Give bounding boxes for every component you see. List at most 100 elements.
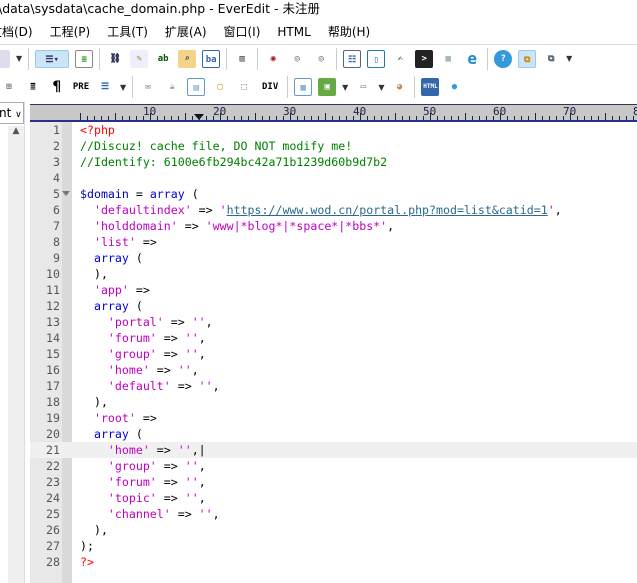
line-text: 'group' => '', bbox=[80, 346, 206, 362]
code-line[interactable]: 23 'forum' => '', bbox=[30, 474, 637, 490]
menu-extensions[interactable]: 扩展(A) bbox=[165, 22, 207, 42]
menu-document[interactable]: 文档(D) bbox=[0, 22, 33, 42]
column-edit-icon[interactable]: ▥ bbox=[233, 50, 251, 68]
code-line[interactable]: 20 array ( bbox=[30, 426, 637, 442]
code-line[interactable]: 12 array ( bbox=[30, 298, 637, 314]
browser-icon[interactable]: e bbox=[463, 49, 481, 68]
code-line[interactable]: 19 'root' => bbox=[30, 410, 637, 426]
menu-window[interactable]: 窗口(I) bbox=[224, 22, 261, 42]
left-panel-combo[interactable]: nt ∨ bbox=[0, 102, 24, 124]
table-dotted-icon[interactable]: ⊞ bbox=[0, 78, 18, 96]
line-text: 'topic' => '', bbox=[80, 490, 206, 506]
notes-icon[interactable]: ✍ bbox=[391, 50, 409, 68]
line-number: 28 bbox=[46, 555, 60, 569]
find-in-files-icon[interactable]: ⌕ bbox=[178, 49, 197, 68]
line-text: <?php bbox=[80, 122, 115, 138]
input-icon[interactable]: ▭ bbox=[354, 78, 372, 96]
code-line[interactable]: 9 array ( bbox=[30, 250, 637, 266]
fold-toggle-icon[interactable] bbox=[62, 191, 70, 196]
stop-macro-icon[interactable]: ◎ bbox=[288, 50, 306, 68]
code-line[interactable]: 1 <?php bbox=[30, 122, 637, 138]
preview-icon[interactable]: ● bbox=[445, 78, 463, 96]
code-line[interactable]: 21 'home' => '',| bbox=[30, 442, 637, 458]
token-url[interactable]: https://www.wod.cn/portal.php?mod=list&c… bbox=[227, 203, 548, 217]
list-icon[interactable]: ☰ bbox=[96, 78, 114, 96]
record-macro-icon[interactable]: ◉ bbox=[264, 50, 282, 68]
chevron-down-icon[interactable]: ▼ bbox=[566, 54, 572, 63]
code-line[interactable]: 28 ?> bbox=[30, 554, 637, 570]
chevron-down-icon[interactable]: ▼ bbox=[342, 83, 348, 92]
menu-bar: 文档(D) 工程(P) 工具(T) 扩展(A) 窗口(I) HTML 帮助(H) bbox=[0, 22, 387, 42]
grid-icon[interactable]: ▦ bbox=[439, 50, 457, 68]
edit-icon[interactable]: ✎ bbox=[130, 49, 149, 68]
panel-icon[interactable]: ▯ bbox=[367, 49, 386, 68]
find-binoculars-icon[interactable]: ⛓ bbox=[106, 50, 124, 68]
code-line[interactable]: 5 $domain = array ( bbox=[30, 186, 637, 202]
code-line[interactable]: 26 ), bbox=[30, 522, 637, 538]
ruler-tick bbox=[276, 116, 277, 120]
ruler-tick bbox=[332, 116, 333, 120]
java-cup-icon[interactable]: ☕ bbox=[163, 78, 181, 96]
line-number: 17 bbox=[46, 379, 60, 393]
replace-icon[interactable]: ab bbox=[154, 50, 172, 68]
word-wrap-button[interactable]: ☰▾ bbox=[35, 49, 70, 68]
menu-project[interactable]: 工程(P) bbox=[50, 22, 91, 42]
window-tile-icon[interactable]: ⧉ bbox=[542, 50, 560, 68]
code-line[interactable]: 8 'list' => bbox=[30, 234, 637, 250]
code-line[interactable]: 7 'holddomain' => 'www|*blog*|*space*|*b… bbox=[30, 218, 637, 234]
chevron-down-icon[interactable]: ▼ bbox=[378, 83, 384, 92]
help-icon[interactable]: ? bbox=[494, 49, 513, 68]
code-line[interactable]: 10 ), bbox=[30, 266, 637, 282]
ruler-number: 30 bbox=[283, 105, 297, 118]
paste-icon[interactable] bbox=[0, 49, 10, 68]
form-icon[interactable]: ▤ bbox=[187, 78, 206, 96]
align-icon[interactable]: ≣ bbox=[24, 78, 42, 96]
code-line[interactable]: 11 'app' => bbox=[30, 282, 637, 298]
script-icon[interactable]: ✉ bbox=[139, 78, 157, 96]
code-line[interactable]: 15 'group' => '', bbox=[30, 346, 637, 362]
chevron-down-icon[interactable]: ▼ bbox=[16, 54, 22, 63]
paragraph-icon[interactable]: ¶ bbox=[48, 78, 66, 96]
document-icon[interactable]: ≡ bbox=[75, 49, 94, 68]
left-panel-scrollbar[interactable]: ▲ bbox=[8, 126, 24, 583]
ruler-tick bbox=[80, 113, 81, 120]
code-line[interactable]: 18 ), bbox=[30, 394, 637, 410]
code-line[interactable]: 6 'defaultindex' => 'https://www.wod.cn/… bbox=[30, 202, 637, 218]
menu-help[interactable]: 帮助(H) bbox=[328, 22, 370, 42]
play-macro-icon[interactable]: ◎ bbox=[312, 50, 330, 68]
code-line[interactable]: 22 'group' => '', bbox=[30, 458, 637, 474]
replace-in-files-icon[interactable]: ba bbox=[202, 49, 221, 68]
code-line[interactable]: 3 //Identify: 6100e6fb294bc42a71b1239d60b… bbox=[30, 154, 637, 170]
menu-html[interactable]: HTML bbox=[277, 22, 310, 42]
code-line[interactable]: 17 'default' => '', bbox=[30, 378, 637, 394]
code-line[interactable]: 24 'topic' => '', bbox=[30, 490, 637, 506]
console-icon[interactable]: > bbox=[415, 49, 434, 68]
div-button[interactable]: DIV bbox=[259, 78, 281, 96]
code-line[interactable]: 25 'channel' => '', bbox=[30, 506, 637, 522]
select-icon[interactable]: ⬚ bbox=[235, 78, 253, 96]
table-icon[interactable]: ▦ bbox=[294, 78, 313, 96]
color-palette-icon[interactable]: ◕ bbox=[390, 78, 408, 96]
html-toolbar: ⊞ ≣ ¶ PRE ☰ ▼ ✉ ☕ ▤ ▢ ⬚ DIV ▦ ▣ ▼ ▭ ▼ ◕ HTM… bbox=[0, 73, 463, 101]
code-line[interactable]: 14 'forum' => '', bbox=[30, 330, 637, 346]
outline-icon[interactable]: ☷ bbox=[343, 49, 362, 68]
code-line[interactable]: 2 //Discuz! cache file, DO NOT modify me! bbox=[30, 138, 637, 154]
pre-button[interactable]: PRE bbox=[72, 78, 90, 96]
tree-view-icon[interactable]: ⧉ bbox=[518, 49, 537, 68]
ruler-tick bbox=[605, 113, 606, 120]
scroll-up-icon[interactable]: ▲ bbox=[8, 126, 24, 136]
ruler-number: 70 bbox=[563, 105, 577, 118]
code-line[interactable]: 16 'home' => '', bbox=[30, 362, 637, 378]
frame-icon[interactable]: ▢ bbox=[211, 78, 229, 96]
html-button[interactable]: HTML bbox=[421, 78, 440, 96]
token-str: '' bbox=[177, 443, 192, 457]
line-text: 'home' => '',| bbox=[80, 442, 206, 458]
chevron-down-icon[interactable]: ▼ bbox=[120, 83, 126, 92]
code-line[interactable]: 27); bbox=[30, 538, 637, 554]
image-icon[interactable]: ▣ bbox=[318, 78, 337, 96]
code-line[interactable]: 4 bbox=[30, 170, 637, 186]
code-line[interactable]: 13 'portal' => '', bbox=[30, 314, 637, 330]
ruler-tick bbox=[367, 116, 368, 120]
menu-tools[interactable]: 工具(T) bbox=[107, 22, 148, 42]
code-editor[interactable]: 1 <?php 2 //Discuz! cache file, DO NOT modi… bbox=[30, 122, 637, 570]
